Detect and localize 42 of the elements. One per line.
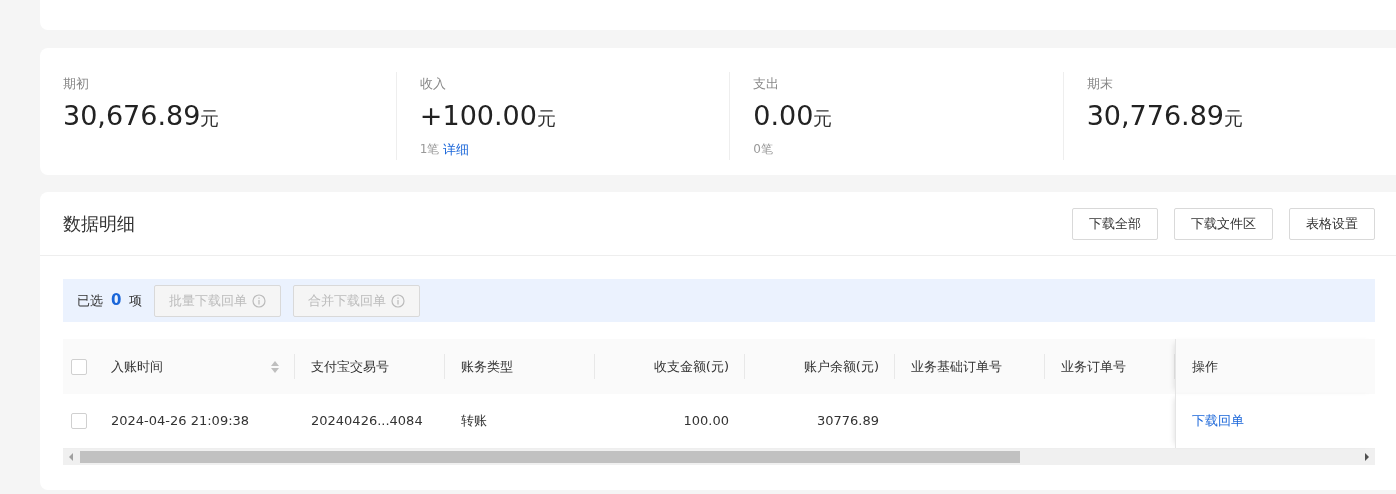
currency-unit: 元 bbox=[536, 105, 556, 131]
column-header: 账户余额(元) bbox=[803, 357, 879, 376]
selected-label: 已选 bbox=[77, 291, 103, 310]
column-header: 业务订单号 bbox=[1061, 357, 1126, 376]
column-header: 业务基础订单号 bbox=[911, 357, 1002, 376]
toolbar-button[interactable]: 下载全部 bbox=[1072, 207, 1158, 240]
currency-unit: 元 bbox=[813, 105, 833, 131]
download-receipt-link[interactable]: 下载回单 bbox=[1192, 411, 1244, 431]
info-icon bbox=[391, 293, 406, 308]
column-header: 操作 bbox=[1192, 357, 1218, 376]
sort-icon[interactable] bbox=[271, 359, 279, 374]
info-icon bbox=[252, 293, 267, 308]
stat-label: 期初 bbox=[63, 75, 89, 93]
table-cell-text: 100.00 bbox=[683, 412, 729, 431]
toolbar-button[interactable]: 表格设置 bbox=[1289, 207, 1375, 240]
stat-amount: 30,776.89 bbox=[1086, 101, 1225, 129]
stat-amount: 30,676.89 bbox=[63, 101, 201, 129]
table-cell-text: 20240426...4084 bbox=[311, 412, 423, 431]
transaction-count: 0笔 bbox=[753, 141, 773, 158]
checkbox[interactable] bbox=[71, 358, 87, 375]
table-cell-text: 2024-04-26 21:09:38 bbox=[111, 412, 250, 431]
stat-label: 收入 bbox=[419, 75, 446, 93]
currency-unit: 元 bbox=[1224, 105, 1244, 131]
transaction-count: 1笔 bbox=[419, 141, 440, 158]
selected-count: 0 bbox=[111, 290, 122, 312]
horizontal-scrollbar[interactable] bbox=[63, 449, 1375, 465]
column-header: 支付宝交易号 bbox=[311, 357, 389, 376]
column-header: 账务类型 bbox=[461, 357, 513, 376]
stat-label: 支出 bbox=[753, 75, 780, 93]
table-cell-text: 转账 bbox=[461, 412, 487, 431]
table-cell-text: 30776.89 bbox=[816, 412, 879, 431]
selected-unit: 项 bbox=[129, 291, 143, 310]
column-header: 入账时间 bbox=[111, 357, 163, 376]
section-title: 数据明细 bbox=[63, 212, 135, 236]
currency-unit: 元 bbox=[200, 105, 220, 131]
checkbox[interactable] bbox=[71, 413, 87, 429]
stat-amount: 0.00 bbox=[753, 101, 814, 129]
toolbar-button[interactable]: 下载文件区 bbox=[1174, 207, 1273, 240]
stat-label: 期末 bbox=[1086, 75, 1113, 93]
column-header: 收支金额(元) bbox=[653, 357, 729, 376]
details-link[interactable]: 详细 bbox=[443, 140, 470, 160]
stat-amount: +100.00 bbox=[419, 101, 537, 129]
